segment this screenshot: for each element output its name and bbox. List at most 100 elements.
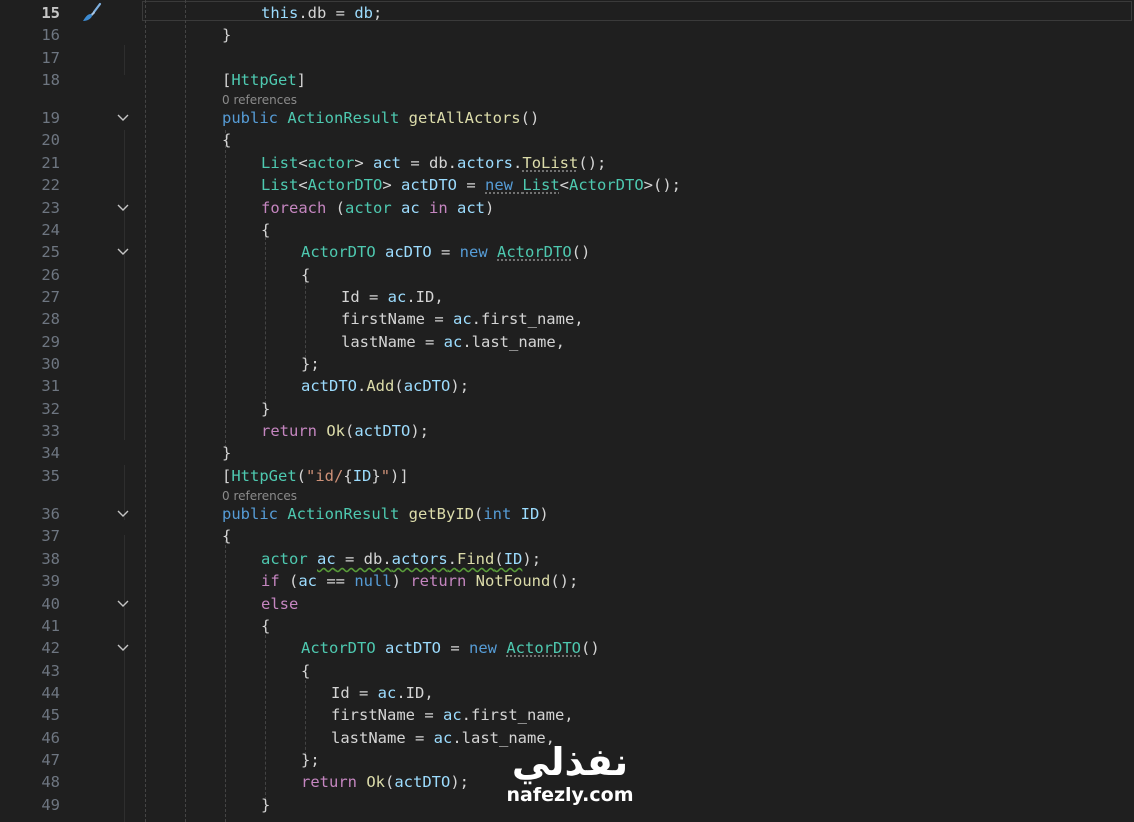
line-number: 23 (41, 199, 60, 217)
code-line[interactable]: 23 foreach (actor ac in act) (0, 197, 1134, 219)
code-line[interactable]: 27 Id = ac.ID, (0, 286, 1134, 308)
code-text: return Ok(actDTO); (261, 422, 430, 440)
code-text: { (301, 266, 311, 284)
code-text: firstName = ac.first_name, (331, 706, 574, 724)
code-line[interactable]: 45 firstName = ac.first_name, (0, 704, 1134, 726)
code-line[interactable]: 17 (0, 47, 1134, 69)
code-line[interactable]: 25 ActorDTO acDTO = new ActorDTO() (0, 241, 1134, 263)
code-text: else (261, 595, 299, 613)
codelens-references[interactable]: 0 references (222, 92, 297, 108)
code-line[interactable]: 36 public ActionResult getByID(int ID) (0, 503, 1134, 525)
line-number: 17 (41, 49, 60, 67)
code-text: } (261, 796, 271, 814)
code-line[interactable]: 38 actor ac = db.actors.Find(ID); (0, 548, 1134, 570)
code-line[interactable]: 29 lastName = ac.last_name, (0, 331, 1134, 353)
chevron-down-icon[interactable] (117, 107, 129, 129)
line-number: 19 (41, 109, 60, 127)
code-line[interactable]: 15 this.db = db; (0, 2, 1134, 24)
code-text: actDTO.Add(acDTO); (301, 377, 470, 395)
line-number: 41 (41, 617, 60, 635)
code-text: public ActionResult getByID(int ID) (222, 505, 549, 523)
line-number: 29 (41, 333, 60, 351)
line-number: 37 (41, 527, 60, 545)
code-line[interactable]: 43 { (0, 660, 1134, 682)
code-text: { (261, 221, 271, 239)
line-number: 49 (41, 796, 60, 814)
line-number: 22 (41, 176, 60, 194)
line-number: 44 (41, 684, 60, 702)
code-line[interactable]: 16} (0, 24, 1134, 46)
code-line[interactable]: 42 ActorDTO actDTO = new ActorDTO() (0, 637, 1134, 659)
line-number: 15 (41, 4, 60, 22)
code-line[interactable]: 28 firstName = ac.first_name, (0, 308, 1134, 330)
codelens-references[interactable]: 0 references (222, 488, 297, 504)
line-number: 34 (41, 444, 60, 462)
line-number: 16 (41, 26, 60, 44)
code-line[interactable]: 32} (0, 398, 1134, 420)
line-number: 35 (41, 467, 60, 485)
code-line[interactable]: 20 { (0, 129, 1134, 151)
code-text: Id = ac.ID, (341, 288, 444, 306)
code-line[interactable]: 41 { (0, 615, 1134, 637)
code-line[interactable]: 37 { (0, 525, 1134, 547)
code-line[interactable]: 30}; (0, 353, 1134, 375)
code-line[interactable]: 35 [HttpGet("id/{ID}")] (0, 465, 1134, 487)
line-number: 26 (41, 266, 60, 284)
code-text: lastName = ac.last_name, (341, 333, 565, 351)
code-text: }; (301, 355, 320, 373)
line-number: 31 (41, 377, 60, 395)
code-text: List<ActorDTO> actDTO = new List<ActorDT… (261, 176, 681, 194)
line-number: 27 (41, 288, 60, 306)
chevron-down-icon[interactable] (117, 503, 129, 525)
code-line[interactable]: 24 { (0, 219, 1134, 241)
code-line[interactable]: 39 if (ac == null) return NotFound(); (0, 570, 1134, 592)
code-line[interactable]: 33 return Ok(actDTO); (0, 420, 1134, 442)
line-number: 36 (41, 505, 60, 523)
code-text: this.db = db; (261, 4, 383, 22)
code-line[interactable]: 44 Id = ac.ID, (0, 682, 1134, 704)
code-text: { (301, 662, 311, 680)
code-text: public ActionResult getAllActors() (222, 109, 540, 127)
code-text: [HttpGet] (222, 71, 307, 89)
code-text: List<actor> act = db.actors.ToList(); (261, 154, 607, 172)
code-text: { (222, 131, 232, 149)
chevron-down-icon[interactable] (117, 637, 129, 659)
code-text: } (222, 444, 232, 462)
code-text: { (222, 527, 232, 545)
code-line[interactable]: 19 public ActionResult getAllActors() (0, 107, 1134, 129)
code-text: if (ac == null) return NotFound(); (261, 572, 579, 590)
code-editor[interactable]: 15 this.db = db; 16} 17 18 [HttpGet] 19 public … (0, 0, 1134, 822)
line-number: 30 (41, 355, 60, 373)
line-number: 24 (41, 221, 60, 239)
code-text: Id = ac.ID, (331, 684, 434, 702)
code-text: [HttpGet("id/{ID}")] (222, 467, 409, 485)
code-text: return Ok(actDTO); (301, 773, 470, 791)
line-number: 47 (41, 751, 60, 769)
chevron-down-icon[interactable] (117, 593, 129, 615)
code-line[interactable]: 22 List<ActorDTO> actDTO = new List<Actor… (0, 174, 1134, 196)
line-number: 40 (41, 595, 60, 613)
code-text: ActorDTO actDTO = new ActorDTO() (301, 639, 600, 657)
chevron-down-icon[interactable] (117, 241, 129, 263)
code-text: } (261, 400, 271, 418)
code-text: { (261, 617, 271, 635)
code-line[interactable]: 34} (0, 442, 1134, 464)
watermark-logo: نفذلي (511, 740, 629, 784)
chevron-down-icon[interactable] (117, 197, 129, 219)
code-line[interactable]: 21 List<actor> act = db.actors.ToList(); (0, 152, 1134, 174)
code-line[interactable]: 40 else (0, 593, 1134, 615)
line-number: 32 (41, 400, 60, 418)
code-line[interactable]: 26 { (0, 264, 1134, 286)
line-number: 43 (41, 662, 60, 680)
line-number: 39 (41, 572, 60, 590)
watermark-site: nafezly.com (506, 784, 634, 806)
line-number: 25 (41, 243, 60, 261)
code-line[interactable]: 18 [HttpGet] (0, 69, 1134, 91)
line-number: 38 (41, 550, 60, 568)
code-line[interactable]: 31 actDTO.Add(acDTO); (0, 375, 1134, 397)
line-number: 42 (41, 639, 60, 657)
watermark: نفذلي nafezly.com (490, 740, 650, 822)
code-text: foreach (actor ac in act) (261, 199, 495, 217)
code-text: } (222, 26, 232, 44)
line-number: 48 (41, 773, 60, 791)
